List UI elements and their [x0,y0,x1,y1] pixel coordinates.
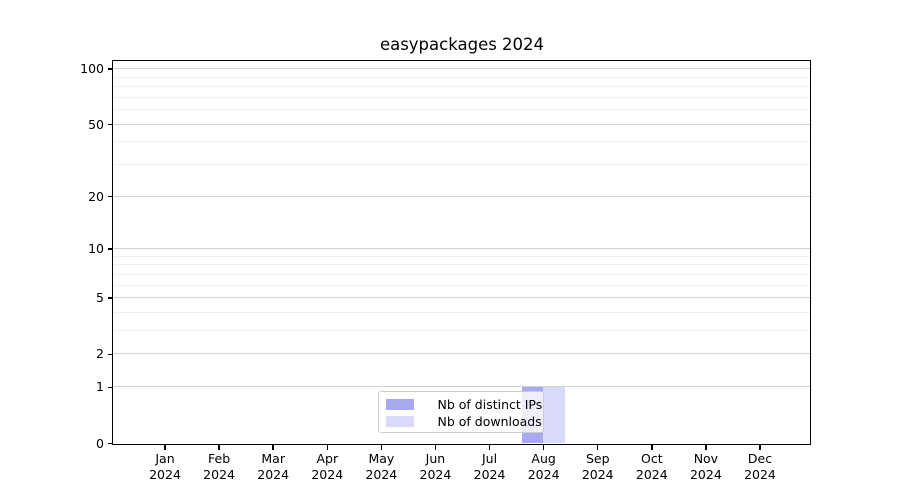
gridline-minor [113,86,810,87]
gridline-major [113,353,810,354]
legend-swatch [386,416,414,427]
legend-label: Nb of distinct IPs [438,396,543,413]
chart-title: easypackages 2024 [112,35,812,54]
x-tick [543,445,545,450]
gridline-major [113,386,810,387]
gridline-major [113,297,810,298]
y-tick-label: 0 [20,437,104,451]
legend-item: Nb of distinct IPs [386,396,535,413]
gridline-minor [113,109,810,110]
gridline-minor [113,141,810,142]
x-tick [272,445,274,450]
y-tick-label: 5 [20,291,104,305]
x-tick [381,445,383,450]
y-tick [108,124,113,126]
gridline-major [113,124,810,125]
y-tick [108,68,113,70]
gridline-minor [113,274,810,275]
gridline-major [113,248,810,249]
y-tick-label: 1 [20,380,104,394]
y-tick [108,196,113,198]
gridline-minor [113,312,810,313]
legend: Nb of distinct IPsNb of downloads [378,391,544,433]
gridline-minor [113,77,810,78]
y-tick [108,387,113,389]
x-tick [164,445,166,450]
legend-swatch [386,399,414,410]
y-tick [108,443,113,445]
y-tick [108,297,113,299]
x-tick [597,445,599,450]
legend-label: Nb of downloads [438,413,542,430]
x-tick [759,445,761,450]
x-tick [327,445,329,450]
gridline-minor [113,285,810,286]
x-tick [489,445,491,450]
gridline-major [113,196,810,197]
y-tick-label: 2 [20,347,104,361]
x-tick-label: Dec 2024 [728,451,792,483]
legend-item: Nb of downloads [386,413,535,430]
gridline-minor [113,330,810,331]
bar-nb-of-downloads [543,387,565,443]
x-tick [705,445,707,450]
y-tick-label: 100 [20,62,104,76]
x-tick [651,445,653,450]
gridline-minor [113,264,810,265]
gridline-minor [113,97,810,98]
gridline-minor [113,256,810,257]
x-tick [435,445,437,450]
gridline-major [113,68,810,69]
x-tick [218,445,220,450]
y-tick-label: 50 [20,118,104,132]
y-tick [108,248,113,250]
chart-figure: easypackages 2024 Nb of distinct IPsNb o… [0,0,900,500]
y-tick-label: 10 [20,242,104,256]
gridline-minor [113,164,810,165]
y-tick-label: 20 [20,190,104,204]
plot-area: Nb of distinct IPsNb of downloads [112,60,811,445]
y-tick [108,354,113,356]
